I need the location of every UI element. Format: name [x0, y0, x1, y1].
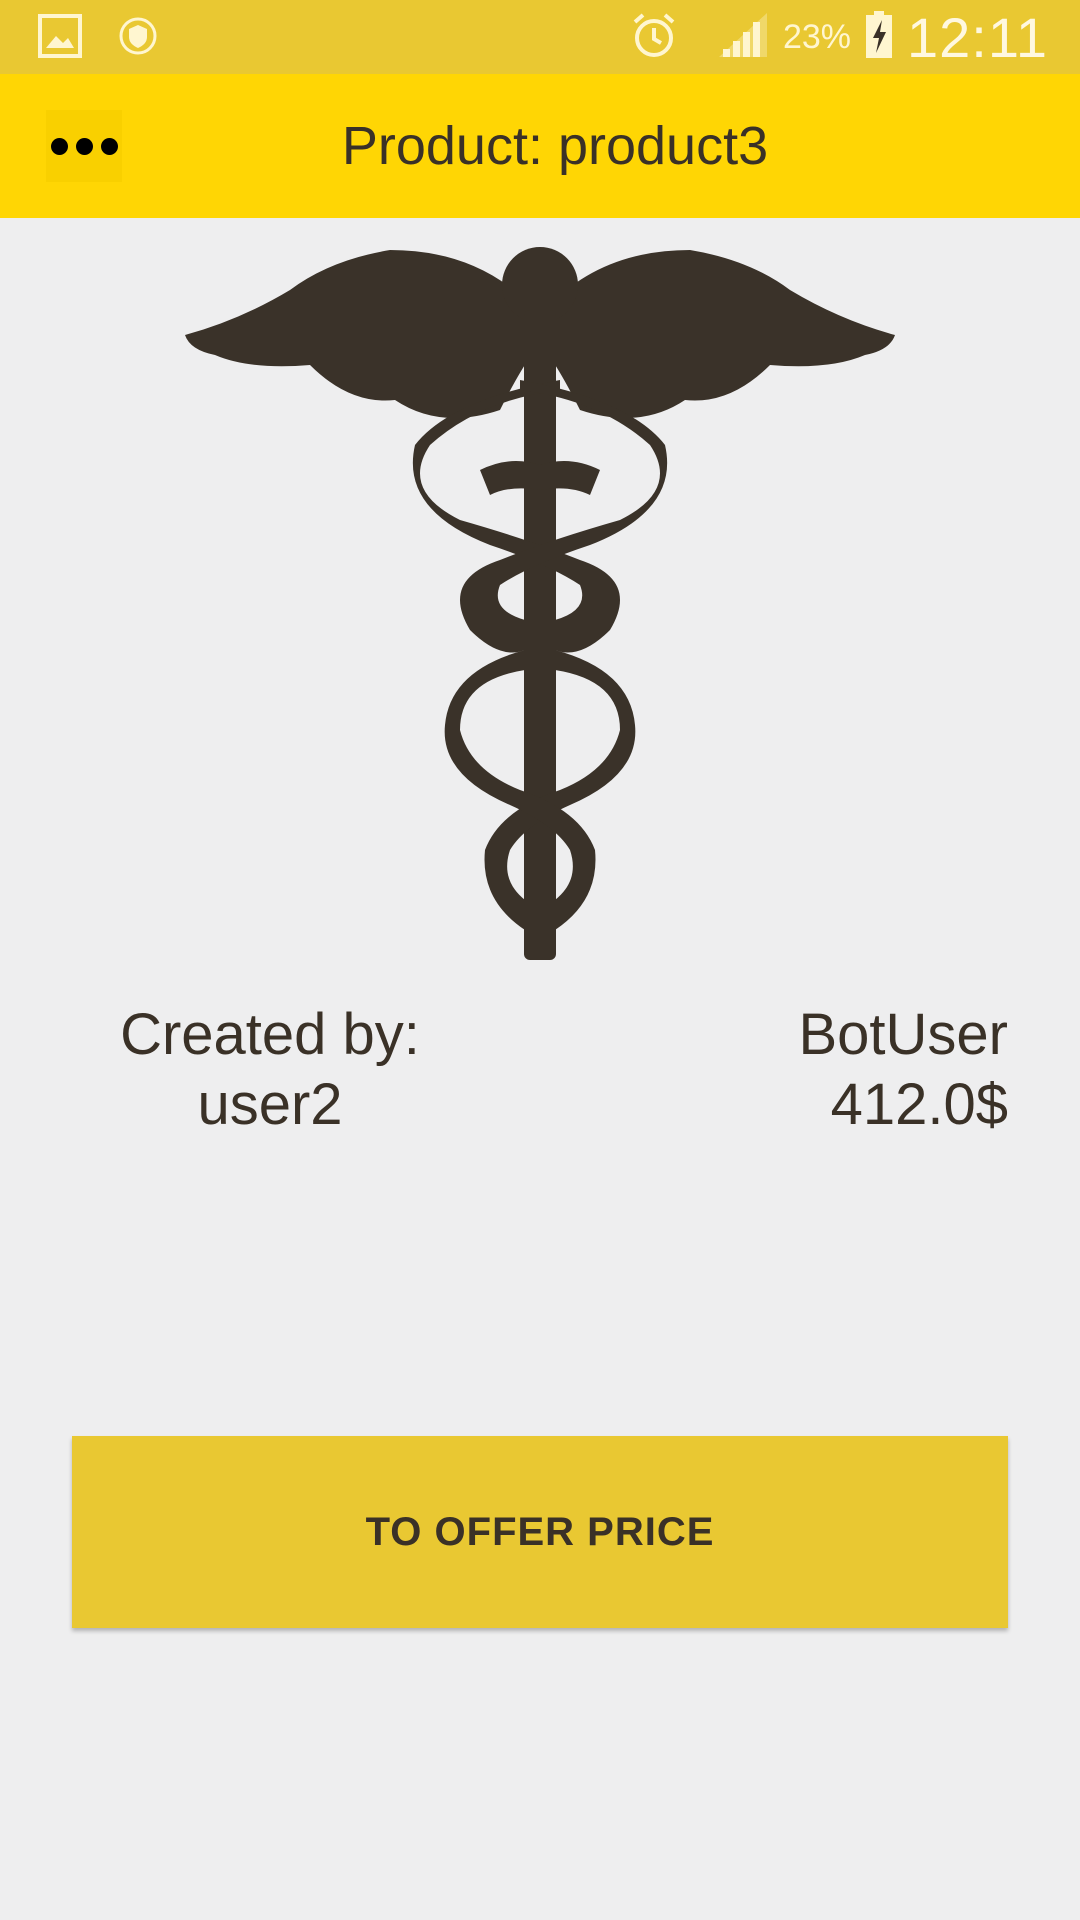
more-horizontal-icon	[50, 137, 68, 155]
status-bar-right: 23% 12:11	[629, 0, 1048, 74]
creator-info: Created by: user2	[100, 1000, 440, 1140]
signal-icon	[717, 11, 769, 64]
more-horizontal-icon-dot	[75, 137, 93, 155]
app-bar: Product: product3	[0, 74, 1080, 218]
battery-charging-icon	[865, 10, 893, 64]
page-title: Product: product3	[341, 116, 769, 176]
product-image	[180, 240, 900, 970]
product-price: 412.0$	[830, 1072, 1008, 1137]
gallery-icon	[38, 14, 82, 63]
caduceus-icon	[185, 247, 895, 960]
clock-time: 12:11	[907, 5, 1048, 69]
offer-price-button[interactable]: TO OFFER PRICE	[72, 1436, 1008, 1628]
price-info: BotUser 412.0$	[648, 1000, 1008, 1140]
owner-name: BotUser	[798, 1002, 1008, 1067]
more-menu-button[interactable]	[46, 110, 122, 182]
battery-percent: 23%	[782, 17, 852, 56]
status-bar-left	[38, 14, 158, 63]
creator-name: user2	[197, 1072, 343, 1137]
shield-icon	[118, 16, 158, 61]
alarm-icon	[629, 10, 679, 65]
created-by-label: Created by:	[120, 1002, 420, 1067]
status-bar: 23% 12:11	[0, 0, 1080, 74]
more-horizontal-icon-dot	[100, 137, 118, 155]
